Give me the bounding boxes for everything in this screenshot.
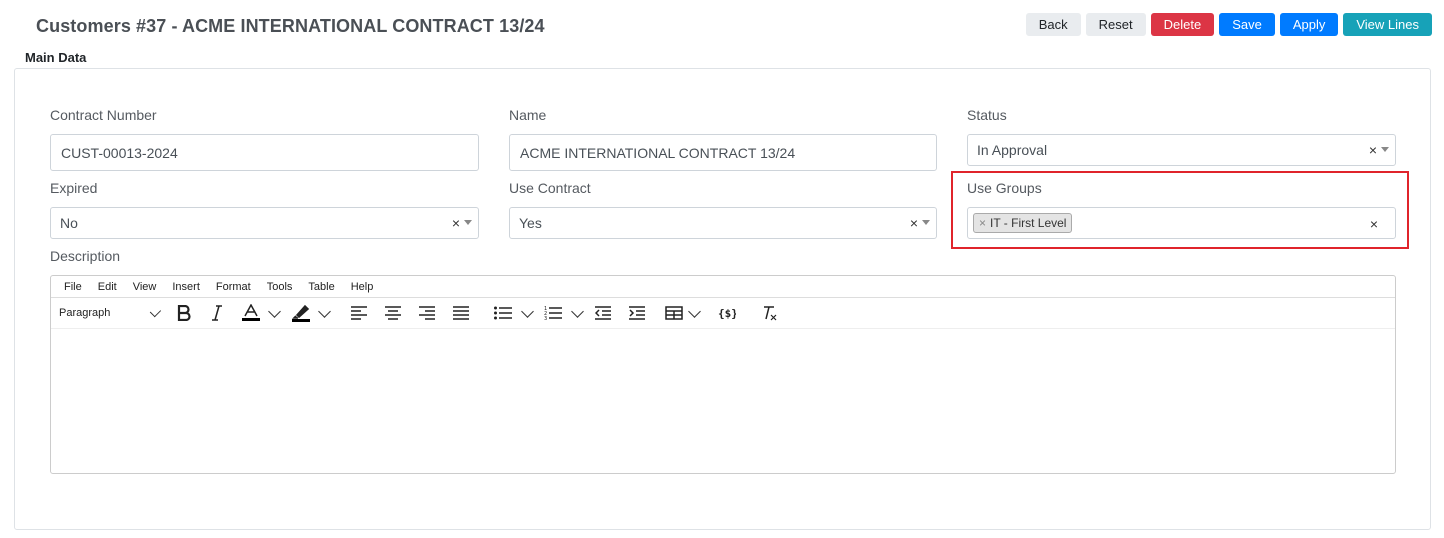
apply-button[interactable]: Apply	[1279, 13, 1339, 36]
svg-text:3: 3	[544, 316, 547, 321]
text-color-icon[interactable]	[239, 298, 263, 328]
align-center-icon[interactable]	[382, 298, 404, 328]
status-label: Status	[967, 107, 1007, 123]
use-contract-label: Use Contract	[509, 180, 591, 196]
menu-help[interactable]: Help	[351, 281, 374, 293]
menu-table[interactable]: Table	[308, 281, 334, 293]
menu-file[interactable]: File	[64, 281, 82, 293]
clear-icon[interactable]: ×	[910, 215, 918, 231]
chevron-down-icon[interactable]	[317, 298, 331, 328]
block-format-select[interactable]: Paragraph	[59, 298, 162, 328]
description-editor[interactable]: File Edit View Insert Format Tools Table…	[50, 275, 1396, 474]
expired-value: No	[60, 215, 78, 231]
expired-label: Expired	[50, 180, 98, 196]
section-title: Main Data	[25, 50, 87, 65]
clear-icon[interactable]: ×	[1369, 142, 1377, 158]
menu-format[interactable]: Format	[216, 281, 251, 293]
menu-view[interactable]: View	[133, 281, 157, 293]
dropdown-arrow-icon[interactable]	[464, 220, 472, 225]
editor-content-area[interactable]	[51, 328, 1395, 473]
editor-toolbar: Paragraph 1 2 3 {$}	[51, 297, 1395, 329]
outdent-icon[interactable]	[592, 298, 614, 328]
bullet-list-icon[interactable]	[492, 298, 514, 328]
menu-insert[interactable]: Insert	[172, 281, 200, 293]
name-field[interactable]	[509, 134, 937, 171]
code-variable-icon[interactable]: {$}	[716, 298, 738, 328]
menu-tools[interactable]: Tools	[267, 281, 293, 293]
clear-icon[interactable]: ×	[452, 215, 460, 231]
table-icon[interactable]	[663, 298, 685, 328]
chevron-down-icon[interactable]	[687, 298, 701, 328]
contract-number-label: Contract Number	[50, 107, 157, 123]
delete-button[interactable]: Delete	[1150, 13, 1215, 36]
contract-number-field[interactable]	[50, 134, 479, 171]
save-button[interactable]: Save	[1219, 13, 1275, 36]
clear-formatting-icon[interactable]	[758, 298, 780, 328]
align-left-icon[interactable]	[348, 298, 370, 328]
action-toolbar: Back Reset Delete Save Apply View Lines	[1025, 13, 1432, 36]
reset-button[interactable]: Reset	[1085, 13, 1146, 36]
bold-icon[interactable]	[173, 298, 195, 328]
back-button[interactable]: Back	[1025, 13, 1081, 36]
menu-edit[interactable]: Edit	[98, 281, 117, 293]
highlight-color-icon[interactable]	[289, 298, 313, 328]
svg-text:{$}: {$}	[718, 307, 736, 320]
dropdown-arrow-icon[interactable]	[922, 220, 930, 225]
block-format-label: Paragraph	[59, 307, 111, 319]
chevron-down-icon	[150, 305, 162, 317]
name-label: Name	[509, 107, 547, 123]
numbered-list-icon[interactable]: 123	[542, 298, 564, 328]
highlight-box	[951, 171, 1409, 249]
description-label: Description	[50, 248, 121, 264]
page-title: Customers #37 - ACME INTERNATIONAL CONTR…	[36, 16, 545, 36]
chevron-down-icon[interactable]	[267, 298, 281, 328]
status-select[interactable]: In Approval ×	[967, 134, 1396, 166]
expired-select[interactable]: No ×	[50, 207, 479, 239]
status-value: In Approval	[977, 142, 1048, 158]
view-lines-button[interactable]: View Lines	[1343, 13, 1432, 36]
align-justify-icon[interactable]	[450, 298, 472, 328]
use-contract-value: Yes	[519, 215, 542, 231]
indent-icon[interactable]	[626, 298, 648, 328]
align-right-icon[interactable]	[416, 298, 438, 328]
dropdown-arrow-icon[interactable]	[1381, 147, 1389, 152]
editor-menubar: File Edit View Insert Format Tools Table…	[51, 276, 1395, 297]
use-contract-select[interactable]: Yes ×	[509, 207, 937, 239]
italic-icon[interactable]	[206, 298, 228, 328]
chevron-down-icon[interactable]	[570, 298, 584, 328]
chevron-down-icon[interactable]	[520, 298, 534, 328]
